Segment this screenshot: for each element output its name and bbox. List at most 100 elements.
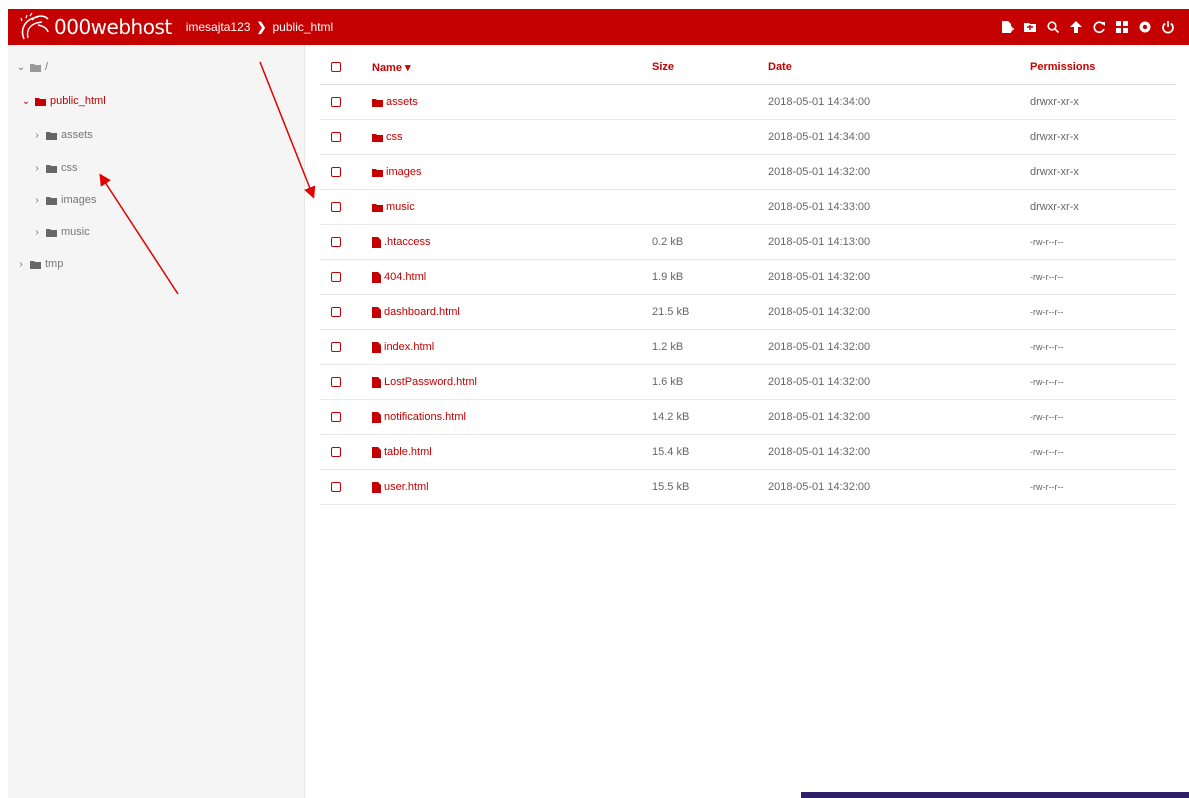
file-date: 2018-05-01 14:34:00 xyxy=(768,131,871,143)
bottom-bar xyxy=(801,792,1189,798)
row-checkbox[interactable] xyxy=(331,97,341,107)
row-checkbox[interactable] xyxy=(331,202,341,212)
file-name[interactable]: index.html xyxy=(372,341,434,353)
file-date: 2018-05-01 14:32:00 xyxy=(768,341,871,353)
file-name[interactable]: .htaccess xyxy=(372,236,430,248)
file-name[interactable]: user.html xyxy=(372,481,429,493)
table-row[interactable]: assets 2018-05-01 14:34:00 drwxr-xr-x xyxy=(320,85,1176,120)
column-header-name[interactable]: Name ▾ xyxy=(372,61,411,74)
file-name-label: 404.html xyxy=(384,271,427,283)
logo-icon xyxy=(20,12,49,40)
grid-view-icon[interactable] xyxy=(1110,9,1133,45)
toolbar xyxy=(995,9,1179,45)
table-row[interactable]: user.html 15.5 kB 2018-05-01 14:32:00 -rw-r… xyxy=(320,470,1176,505)
row-checkbox[interactable] xyxy=(331,447,341,457)
folder-tree-sidebar: ⌄ / ⌄ public_html › assets › css › image… xyxy=(8,45,305,798)
row-checkbox[interactable] xyxy=(331,412,341,422)
row-checkbox[interactable] xyxy=(331,377,341,387)
file-date: 2018-05-01 14:32:00 xyxy=(768,376,871,388)
folder-icon xyxy=(372,203,383,212)
folder-icon xyxy=(46,164,57,173)
tree-item-images[interactable]: › images xyxy=(32,192,96,208)
table-row[interactable]: .htaccess 0.2 kB 2018-05-01 14:13:00 -rw-r-… xyxy=(320,225,1176,260)
row-checkbox[interactable] xyxy=(331,342,341,352)
file-date: 2018-05-01 14:34:00 xyxy=(768,96,871,108)
breadcrumb: imesajta123 ❯ public_html xyxy=(186,20,333,34)
table-row[interactable]: dashboard.html 21.5 kB 2018-05-01 14:32:00… xyxy=(320,295,1176,330)
file-permissions: -rw-r--r-- xyxy=(1030,482,1064,492)
table-header: Name ▾ Size Date Permissions xyxy=(320,50,1176,85)
file-icon xyxy=(372,481,381,493)
file-name[interactable]: music xyxy=(372,201,415,213)
table-row[interactable]: music 2018-05-01 14:33:00 drwxr-xr-x xyxy=(320,190,1176,225)
column-header-permissions[interactable]: Permissions xyxy=(1030,61,1095,73)
file-date: 2018-05-01 14:13:00 xyxy=(768,236,871,248)
breadcrumb-item-user[interactable]: imesajta123 xyxy=(186,20,251,34)
tree-item-tmp[interactable]: › tmp xyxy=(16,256,63,272)
file-icon xyxy=(372,341,381,353)
file-name[interactable]: table.html xyxy=(372,446,432,458)
tree-item-label: assets xyxy=(61,129,93,141)
power-icon[interactable] xyxy=(1156,9,1179,45)
file-name-label: music xyxy=(386,201,415,213)
file-date: 2018-05-01 14:32:00 xyxy=(768,411,871,423)
row-checkbox[interactable] xyxy=(331,482,341,492)
table-row[interactable]: 404.html 1.9 kB 2018-05-01 14:32:00 -rw-r--… xyxy=(320,260,1176,295)
file-date: 2018-05-01 14:32:00 xyxy=(768,306,871,318)
file-name-label: user.html xyxy=(384,481,429,493)
file-permissions: -rw-r--r-- xyxy=(1030,377,1064,387)
file-size: 1.6 kB xyxy=(652,376,684,388)
table-row[interactable]: notifications.html 14.2 kB 2018-05-01 14:3… xyxy=(320,400,1176,435)
row-checkbox[interactable] xyxy=(331,237,341,247)
table-row[interactable]: LostPassword.html 1.6 kB 2018-05-01 14:32:… xyxy=(320,365,1176,400)
refresh-icon[interactable] xyxy=(1087,9,1110,45)
column-header-size[interactable]: Size xyxy=(652,61,674,73)
file-name-label: dashboard.html xyxy=(384,306,460,318)
folder-icon xyxy=(46,196,57,205)
row-checkbox[interactable] xyxy=(331,167,341,177)
table-row[interactable]: images 2018-05-01 14:32:00 drwxr-xr-x xyxy=(320,155,1176,190)
file-name[interactable]: notifications.html xyxy=(372,411,466,423)
folder-icon xyxy=(46,131,57,140)
file-name[interactable]: images xyxy=(372,166,421,178)
table-row[interactable]: css 2018-05-01 14:34:00 drwxr-xr-x xyxy=(320,120,1176,155)
tree-item-public-html[interactable]: ⌄ public_html xyxy=(21,93,106,109)
file-name[interactable]: 404.html xyxy=(372,271,426,283)
file-size: 0.2 kB xyxy=(652,236,684,248)
file-size: 1.9 kB xyxy=(652,271,684,283)
chevron-right-icon: › xyxy=(19,258,23,270)
table-row[interactable]: table.html 15.4 kB 2018-05-01 14:32:00 -rw-… xyxy=(320,435,1176,470)
new-folder-icon[interactable] xyxy=(1018,9,1041,45)
new-file-icon[interactable] xyxy=(995,9,1018,45)
tree-item-music[interactable]: › music xyxy=(32,224,89,240)
upload-icon[interactable] xyxy=(1064,9,1087,45)
file-name[interactable]: css xyxy=(372,131,403,143)
file-name-label: LostPassword.html xyxy=(384,376,477,388)
file-permissions: -rw-r--r-- xyxy=(1030,307,1064,317)
settings-icon[interactable] xyxy=(1133,9,1156,45)
chevron-right-icon: › xyxy=(35,162,39,174)
file-permissions: -rw-r--r-- xyxy=(1030,447,1064,457)
folder-open-icon xyxy=(35,97,46,106)
breadcrumb-item-current[interactable]: public_html xyxy=(273,20,334,34)
file-date: 2018-05-01 14:32:00 xyxy=(768,481,871,493)
tree-item-assets[interactable]: › assets xyxy=(32,127,93,143)
search-icon[interactable] xyxy=(1041,9,1064,45)
tree-item-root[interactable]: ⌄ / xyxy=(16,59,48,75)
file-size: 1.2 kB xyxy=(652,341,684,353)
file-name[interactable]: assets xyxy=(372,96,418,108)
tree-item-css[interactable]: › css xyxy=(32,160,77,176)
row-checkbox[interactable] xyxy=(331,132,341,142)
table-row[interactable]: index.html 1.2 kB 2018-05-01 14:32:00 -rw-r… xyxy=(320,330,1176,365)
file-name[interactable]: dashboard.html xyxy=(372,306,460,318)
chevron-right-icon: ❯ xyxy=(256,20,267,34)
row-checkbox[interactable] xyxy=(331,307,341,317)
row-checkbox[interactable] xyxy=(331,272,341,282)
file-icon xyxy=(372,411,381,423)
file-permissions: drwxr-xr-x xyxy=(1030,166,1079,178)
column-header-date[interactable]: Date xyxy=(768,61,792,73)
folder-icon xyxy=(372,98,383,107)
select-all-checkbox[interactable] xyxy=(331,62,341,72)
folder-icon xyxy=(372,168,383,177)
file-name[interactable]: LostPassword.html xyxy=(372,376,477,388)
